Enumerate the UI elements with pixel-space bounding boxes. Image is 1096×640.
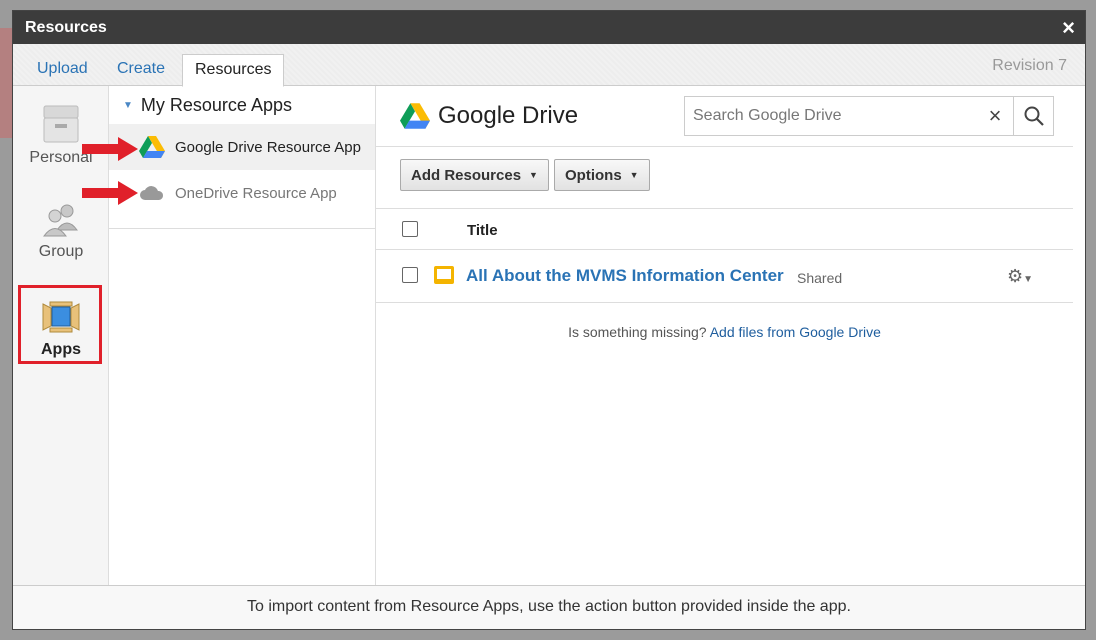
collapse-caret-icon: ▼ [123,99,133,111]
add-resources-label: Add Resources [411,166,522,184]
close-icon[interactable]: × [1062,16,1075,39]
red-arrow-onedrive [82,181,138,205]
options-button[interactable]: Options ▼ [554,159,650,191]
dialog-titlebar: Resources × [13,11,1085,44]
select-all-checkbox[interactable] [402,221,418,237]
slides-file-icon [434,266,454,284]
app-item-onedrive[interactable]: OneDrive Resource App [109,170,375,216]
chevron-down-icon: ▼ [629,170,639,180]
nav-group[interactable]: Group [13,202,109,261]
clear-search-icon[interactable]: × [977,97,1013,135]
nav-group-label: Group [38,243,84,260]
apps-panel-divider [109,228,375,229]
main-content: Google Drive × Add Resources ▼ Options [376,86,1085,585]
google-drive-icon [139,135,167,159]
table-row: All About the MVMS Information Center Sh… [376,250,1073,303]
row-checkbox[interactable] [402,267,418,283]
app-item-google-drive[interactable]: Google Drive Resource App [109,124,375,170]
add-files-link[interactable]: Add files from Google Drive [710,324,881,340]
google-drive-header: Google Drive [400,102,578,130]
chevron-down-icon: ▼ [529,170,538,180]
options-label: Options [565,166,622,184]
red-arrow-google-drive [82,137,138,161]
tab-bar: Upload Create Resources Revision 7 [13,44,1085,87]
app-item-google-drive-label: Google Drive Resource App [175,138,361,156]
search-input[interactable] [685,97,977,135]
revision-label: Revision 7 [992,57,1067,74]
apps-panel: ▼ My Resource Apps Google Drive Resource… [109,86,376,585]
personal-icon [43,105,79,143]
table-header: Title [376,209,1073,250]
apps-heading-label: My Resource Apps [140,94,292,115]
search-button[interactable] [1013,97,1053,135]
tab-upload[interactable]: Upload [25,54,100,86]
search-icon [1024,106,1044,126]
missing-text: Is something missing? [568,324,707,340]
resources-dialog: Resources × Upload Create Resources Revi… [12,10,1086,630]
footer-message: To import content from Resource Apps, us… [13,585,1085,629]
google-drive-logo-icon [400,103,430,129]
tab-resources[interactable]: Resources [182,54,285,87]
apps-highlight-box [18,285,102,364]
onedrive-cloud-icon [139,181,167,205]
search-box: × [684,96,1054,136]
apps-panel-heading[interactable]: ▼ My Resource Apps [109,86,375,124]
tab-create[interactable]: Create [105,54,177,86]
shared-badge: Shared [797,270,843,286]
group-icon [43,204,78,237]
add-resources-button[interactable]: Add Resources ▼ [400,159,549,191]
dialog-title: Resources [25,18,107,36]
header-divider [376,146,1073,147]
file-title-link[interactable]: All About the MVMS Information Center [466,266,784,286]
page-title: Google Drive [438,102,579,129]
missing-files-message: Is something missing? Add files from Goo… [376,324,1073,340]
dialog-body: Personal Group Apps ▼ My Resource Apps G… [13,86,1085,585]
gear-icon[interactable]: ⚙▼ [1007,266,1033,287]
column-header-title: Title [467,222,498,239]
app-item-onedrive-label: OneDrive Resource App [175,184,337,202]
